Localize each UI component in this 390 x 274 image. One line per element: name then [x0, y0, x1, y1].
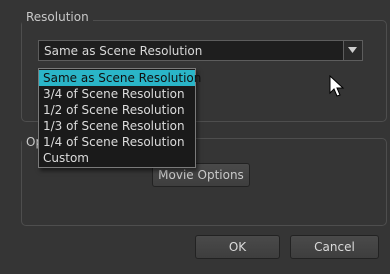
dropdown-item-same-as-scene[interactable]: Same as Scene Resolution [39, 70, 201, 86]
resolution-combo-value: Same as Scene Resolution [44, 44, 203, 58]
ok-button[interactable]: OK [195, 235, 280, 259]
dropdown-item-half[interactable]: 1/2 of Scene Resolution [39, 102, 195, 118]
mouse-pointer-icon [329, 75, 345, 97]
dropdown-item-three-quarters[interactable]: 3/4 of Scene Resolution [39, 86, 195, 102]
resolution-group-title: Resolution [22, 10, 93, 24]
combo-arrow-button[interactable] [343, 41, 362, 60]
dropdown-item-one-third[interactable]: 1/3 of Scene Resolution [39, 118, 195, 134]
chevron-down-icon [348, 47, 357, 53]
cancel-button[interactable]: Cancel [290, 235, 379, 259]
dropdown-item-custom[interactable]: Custom [39, 150, 195, 166]
resolution-combo[interactable]: Same as Scene Resolution [38, 40, 363, 61]
dropdown-item-one-quarter[interactable]: 1/4 of Scene Resolution [39, 134, 195, 150]
resolution-dropdown-list: Same as Scene Resolution 3/4 of Scene Re… [38, 68, 201, 168]
